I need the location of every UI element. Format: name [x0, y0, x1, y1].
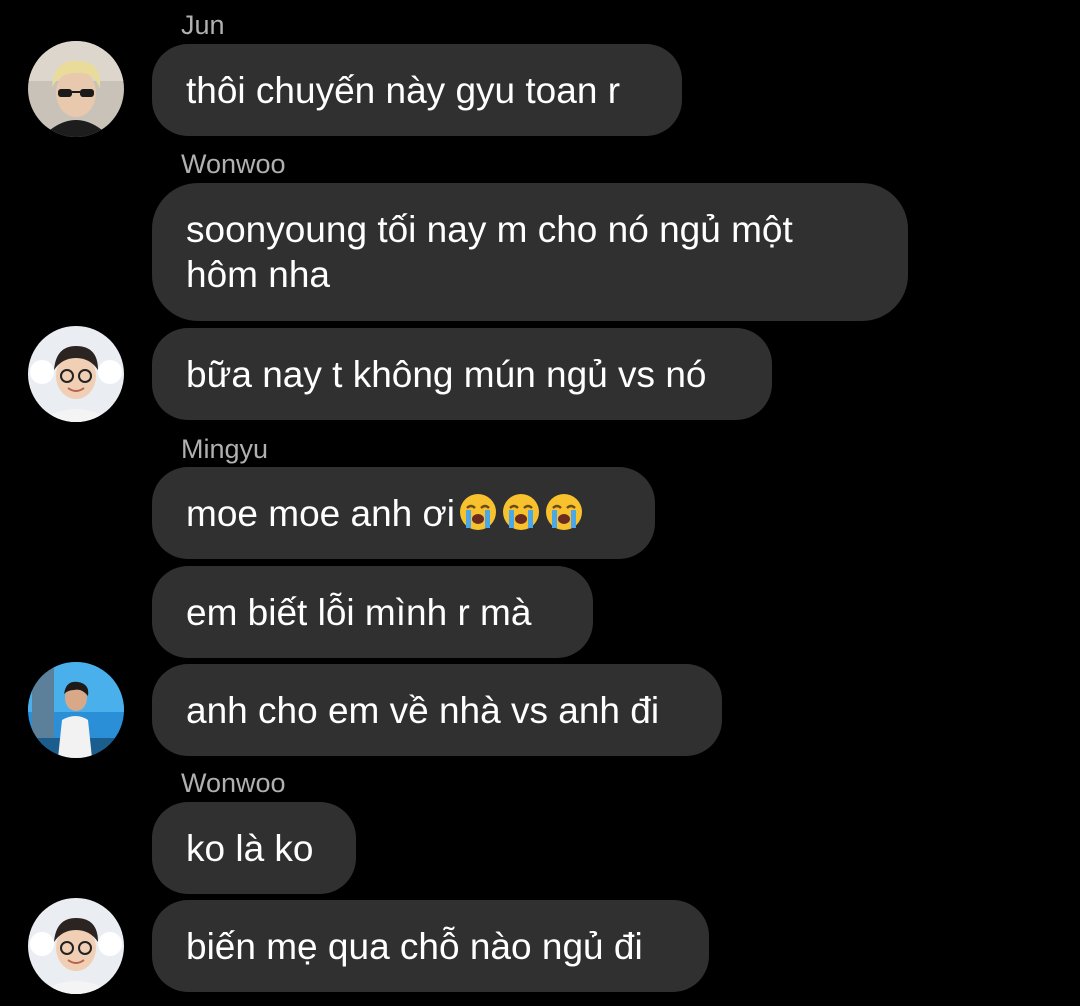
avatar-photo-icon: [28, 898, 124, 994]
message-text: biến mẹ qua chỗ nào ngủ đi: [186, 925, 643, 967]
sender-name-jun: Jun: [181, 10, 225, 40]
avatar-jun[interactable]: [28, 41, 124, 137]
avatar-photo-icon: [28, 326, 124, 422]
sender-name-mingyu: Mingyu: [181, 434, 269, 464]
message-text: bữa nay t không mún ngủ vs nó: [186, 353, 707, 395]
message-bubble[interactable]: soonyoung tối nay m cho nó ngủ một hôm n…: [152, 183, 908, 321]
loudly-crying-face-icon: [503, 493, 540, 530]
message-text: moe moe anh ơi: [186, 491, 584, 536]
message-bubble[interactable]: biến mẹ qua chỗ nào ngủ đi: [152, 900, 709, 992]
message-bubble[interactable]: thôi chuyến này gyu toan r: [152, 44, 682, 136]
message-text: thôi chuyến này gyu toan r: [186, 69, 621, 111]
message-text: ko là ko: [186, 827, 314, 869]
avatar-photo-icon: [28, 41, 124, 137]
loudly-crying-face-icon: [460, 493, 497, 530]
message-bubble[interactable]: bữa nay t không mún ngủ vs nó: [152, 328, 772, 420]
message-text: anh cho em về nhà vs anh đi: [186, 689, 660, 731]
sender-name-wonwoo: Wonwoo: [181, 768, 286, 798]
message-bubble[interactable]: anh cho em về nhà vs anh đi: [152, 664, 722, 756]
message-bubble[interactable]: ko là ko: [152, 802, 356, 894]
avatar-photo-icon: [28, 662, 124, 758]
avatar-mingyu[interactable]: [28, 662, 124, 758]
avatar-wonwoo[interactable]: [28, 898, 124, 994]
message-bubble[interactable]: moe moe anh ơi: [152, 467, 655, 559]
loudly-crying-face-icon: [546, 493, 583, 530]
avatar-wonwoo[interactable]: [28, 326, 124, 422]
sender-name-wonwoo: Wonwoo: [181, 149, 286, 179]
message-text: em biết lỗi mình r mà: [186, 591, 532, 633]
message-text: soonyoung tối nay m cho nó ngủ một hôm n…: [186, 209, 793, 295]
message-bubble[interactable]: em biết lỗi mình r mà: [152, 566, 593, 658]
